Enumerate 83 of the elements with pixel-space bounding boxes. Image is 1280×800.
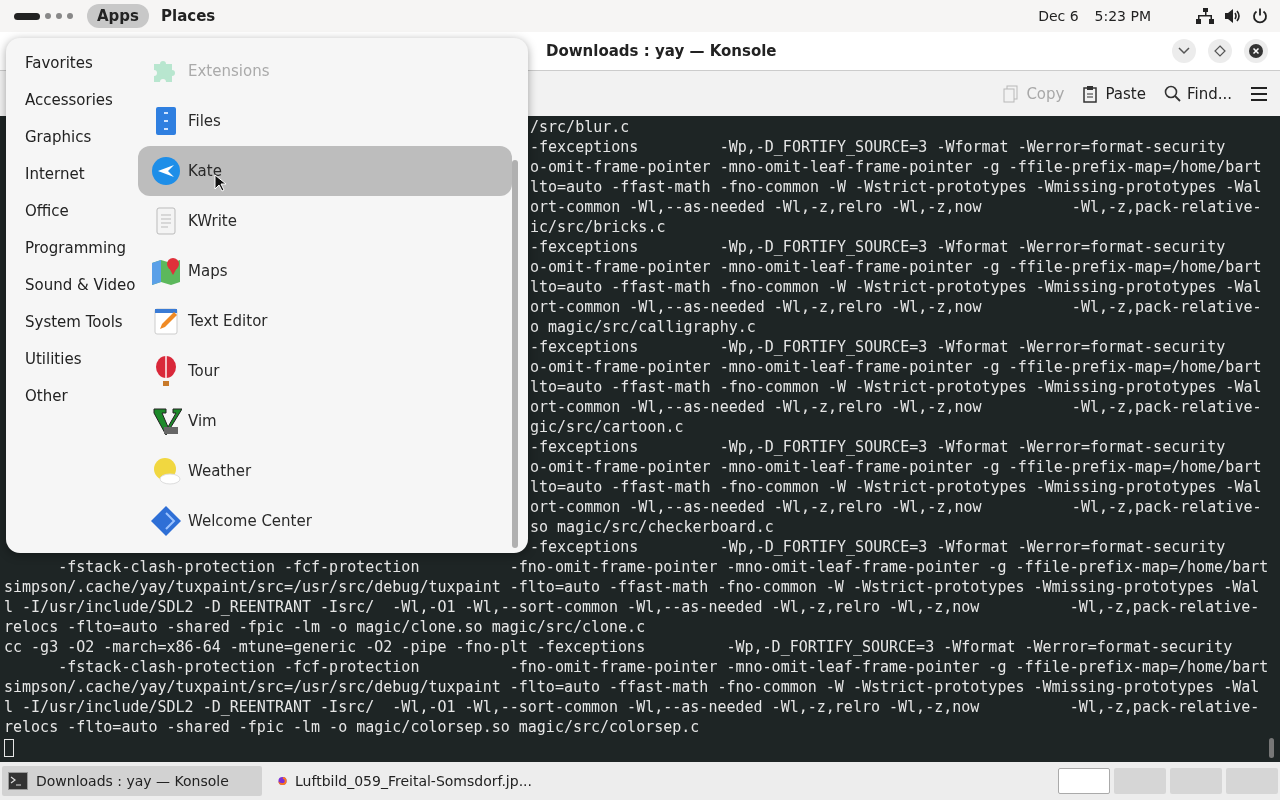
category-item[interactable]: Office [25, 200, 138, 237]
scrollbar-thumb[interactable] [512, 160, 518, 548]
maximize-button[interactable] [1208, 39, 1232, 63]
app-item[interactable]: Weather [138, 446, 512, 496]
volume-icon [1224, 8, 1242, 24]
terminal-line: gic/src/cartoon.c [530, 417, 685, 437]
terminal-line: l -I/usr/include/SDL2 -D_REENTRANT -Isrc/ -Wl,-O1 -Wl,--sort-common -Wl,--as-needed -Wl,-z,relro -Wl,-z,now -Wl,-z,pack-relative- [3, 597, 1261, 617]
copy-icon [1003, 84, 1021, 103]
category-item[interactable]: Graphics [25, 126, 138, 163]
search-icon [1163, 84, 1181, 103]
terminal-line: o-omit-frame-pointer -mno-omit-leaf-frame-pointer -g -ffile-prefix-map=/home/bart [530, 457, 1263, 477]
terminal-line: ort-common -Wl,--as-needed -Wl,-z,relro -Wl,-z,now -Wl,-z,pack-relative- [530, 197, 1263, 217]
terminal-line: lto=auto -ffast-math -fno-common -W -Wstrict-prototypes -Wmissing-prototypes -Wal [530, 277, 1263, 297]
menu-icon [1250, 85, 1268, 102]
app-item[interactable]: KWrite [138, 196, 512, 246]
close-icon [1248, 43, 1264, 59]
diamond-icon [1214, 45, 1226, 57]
toolbar-button[interactable]: Paste [1082, 84, 1146, 103]
category-item[interactable]: Sound & Video [25, 274, 138, 311]
network-icon [1196, 8, 1214, 24]
category-item[interactable]: Internet [25, 163, 138, 200]
terminal-line: -fstack-clash-protection -fcf-protection -fno-omit-frame-pointer -mno-omit-leaf-frame-pointer -g -ffile-prefix-map=/home/bart [57, 557, 1270, 577]
terminal-line: relocs -flto=auto -shared -fpic -lm -o magic/colorsep.so magic/src/colorsep.c [3, 717, 701, 737]
chevron-down-icon [1178, 47, 1190, 55]
app-item[interactable]: Welcome Center [138, 496, 512, 546]
scrollbar-thumb[interactable] [1269, 738, 1274, 758]
terminal-line: -fexceptions -Wp,-D_FORTIFY_SOURCE=3 -Wformat -Werror=format-security [530, 237, 1227, 257]
window-title: Downloads : yay — Konsole [546, 42, 778, 60]
close-button[interactable] [1244, 39, 1268, 63]
category-item[interactable]: Accessories [25, 89, 138, 126]
app-item[interactable]: Maps [138, 246, 512, 296]
workspace-indicator[interactable] [14, 12, 73, 20]
terminal-line: ort-common -Wl,--as-needed -Wl,-z,relro -Wl,-z,now -Wl,-z,pack-relative- [530, 497, 1263, 517]
terminal-line: -fexceptions -Wp,-D_FORTIFY_SOURCE=3 -Wformat -Werror=format-security [530, 437, 1227, 457]
terminal-line: lto=auto -ffast-math -fno-common -W -Wstrict-prototypes -Wmissing-prototypes -Wal [530, 377, 1263, 397]
terminal-line: so magic/src/checkerboard.c [530, 517, 775, 537]
terminal-line: ic/src/bricks.c [530, 217, 667, 237]
app-item[interactable]: Vim [138, 396, 512, 446]
map-icon [150, 255, 182, 287]
taskbar-item[interactable]: Luftbild_059_Freital-Somsdorf.jp... [272, 766, 532, 796]
terminal-line: /src/blur.c [530, 117, 631, 137]
terminal-line: ort-common -Wl,--as-needed -Wl,-z,relro -Wl,-z,now -Wl,-z,pack-relative- [530, 397, 1263, 417]
category-item[interactable]: System Tools [25, 311, 138, 348]
terminal-line: simpson/.cache/yay/tuxpaint/src=/usr/src/debug/tuxpaint -flto=auto -ffast-math -fno-common -W -Wstrict-prototypes -Wmissing-prototypes -Wal [3, 677, 1261, 697]
pointer-icon [214, 174, 226, 192]
date-label[interactable]: Dec 6 [1038, 8, 1079, 24]
category-item[interactable]: Favorites [25, 52, 138, 89]
terminal-line: relocs -flto=auto -shared -fpic -lm -o magic/clone.so magic/src/clone.c [3, 617, 647, 637]
terminal-line: o magic/src/calligraphy.c [530, 317, 757, 337]
app-item[interactable]: Kate [138, 146, 512, 196]
clipboard-icon [1082, 84, 1100, 103]
time-label[interactable]: 5:23 PM [1094, 8, 1151, 24]
text-cursor [4, 739, 14, 757]
terminal-line: o-omit-frame-pointer -mno-omit-leaf-frame-pointer -g -ffile-prefix-map=/home/bart [530, 357, 1263, 377]
app-item[interactable]: Files [138, 96, 512, 146]
terminal-line: -fexceptions -Wp,-D_FORTIFY_SOURCE=3 -Wformat -Werror=format-security [530, 137, 1227, 157]
taskbar-item[interactable]: Downloads : yay — Konsole [2, 766, 262, 796]
terminal-line: o-omit-frame-pointer -mno-omit-leaf-frame-pointer -g -ffile-prefix-map=/home/bart [530, 157, 1263, 177]
category-item[interactable]: Programming [25, 237, 138, 274]
terminal-line: ort-common -Wl,--as-needed -Wl,-z,relro -Wl,-z,now -Wl,-z,pack-relative- [530, 297, 1263, 317]
terminal-line: lto=auto -ffast-math -fno-common -W -Wstrict-prototypes -Wmissing-prototypes -Wal [530, 177, 1263, 197]
diamond-icon [150, 505, 182, 537]
terminal-line: o-omit-frame-pointer -mno-omit-leaf-frame-pointer -g -ffile-prefix-map=/home/bart [530, 257, 1263, 277]
menu-button[interactable] [1250, 85, 1268, 102]
terminal-line: l -I/usr/include/SDL2 -D_REENTRANT -Isrc/ -Wl,-O1 -Wl,--sort-common -Wl,--as-needed -Wl,-z,relro -Wl,-z,now -Wl,-z,pack-relative- [3, 697, 1261, 717]
terminal-line: -fexceptions -Wp,-D_FORTIFY_SOURCE=3 -Wformat -Werror=format-security [530, 537, 1227, 557]
top-menu[interactable]: Apps [87, 4, 149, 28]
terminal-line: -fstack-clash-protection -fcf-protection -fno-omit-frame-pointer -mno-omit-leaf-frame-pointer -g -ffile-prefix-map=/home/bart [57, 657, 1270, 677]
workspace-thumbnail[interactable] [1058, 768, 1110, 794]
app-item[interactable]: Tour [138, 346, 512, 396]
terminal-icon [8, 772, 28, 790]
terminal-line: -fexceptions -Wp,-D_FORTIFY_SOURCE=3 -Wformat -Werror=format-security [530, 337, 1227, 357]
terminal-line: lto=auto -ffast-math -fno-common -W -Wstrict-prototypes -Wmissing-prototypes -Wal [530, 477, 1263, 497]
category-item[interactable]: Other [25, 385, 138, 422]
minimize-button[interactable] [1172, 39, 1196, 63]
category-item[interactable]: Utilities [25, 348, 138, 385]
terminal-line: cc -g3 -O2 -march=x86-64 -mtune=generic -O2 -pipe -fno-plt -fexceptions -Wp,-D_FORTIFY_SOURCE=3 -Wformat -Werror=format-security [3, 637, 1234, 657]
top-menu[interactable]: Places [151, 4, 226, 28]
app-item[interactable]: Text Editor [138, 296, 512, 346]
v-logo-icon [150, 405, 182, 437]
terminal-line: simpson/.cache/yay/tuxpaint/src=/usr/src/debug/tuxpaint -flto=auto -ffast-math -fno-common -W -Wstrict-prototypes -Wmissing-prototypes -Wal [3, 577, 1261, 597]
toolbar-button[interactable]: Find... [1163, 84, 1232, 103]
power-icon [1252, 8, 1268, 24]
